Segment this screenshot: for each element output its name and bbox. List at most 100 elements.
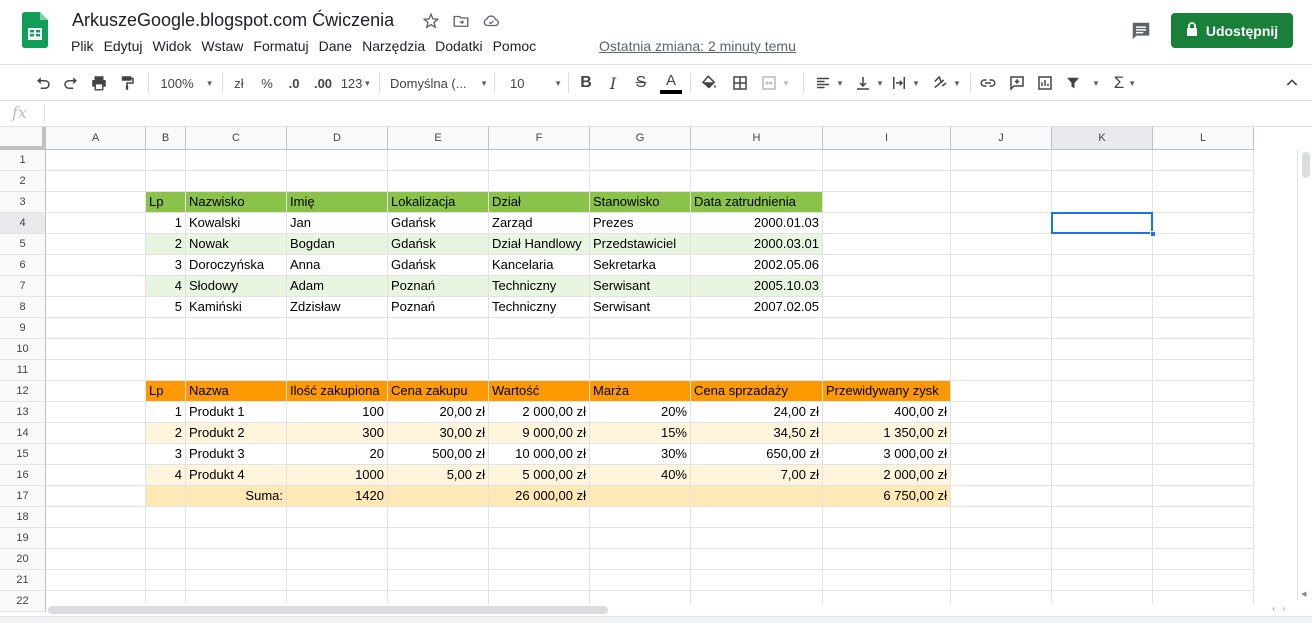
- employees-data-cell[interactable]: Sekretarka: [590, 255, 691, 276]
- grid-cell[interactable]: [951, 360, 1052, 381]
- font-size-select[interactable]: 10 ▼: [504, 71, 562, 95]
- grid-cell[interactable]: [1052, 486, 1153, 507]
- products-total-cell[interactable]: [590, 486, 691, 507]
- grid-cell[interactable]: [146, 339, 186, 360]
- grid-cell[interactable]: [1052, 150, 1153, 171]
- increase-decimal-button[interactable]: .00: [310, 71, 336, 95]
- grid-cell[interactable]: [951, 465, 1052, 486]
- grid-cell[interactable]: [1052, 423, 1153, 444]
- employees-header-cell[interactable]: Imię: [287, 192, 388, 213]
- grid-cell[interactable]: [388, 171, 489, 192]
- menu-view[interactable]: Widok: [152, 38, 191, 54]
- grid-cell[interactable]: [951, 213, 1052, 234]
- row-header-12[interactable]: 12: [0, 381, 46, 402]
- font-family-select[interactable]: Domyślna (... ▼: [390, 71, 488, 95]
- grid-cell[interactable]: [1052, 549, 1153, 570]
- employees-header-cell[interactable]: Stanowisko: [590, 192, 691, 213]
- decrease-decimal-button[interactable]: .0: [283, 71, 305, 95]
- menu-tools[interactable]: Narzędzia: [362, 38, 425, 54]
- grid-cell[interactable]: [46, 381, 146, 402]
- grid-cell[interactable]: [186, 570, 287, 591]
- grid-cell[interactable]: [1052, 255, 1153, 276]
- employees-data-cell[interactable]: Jan: [287, 213, 388, 234]
- products-data-cell[interactable]: 30,00 zł: [388, 423, 489, 444]
- grid-cell[interactable]: [823, 507, 951, 528]
- grid-cell[interactable]: [1153, 402, 1254, 423]
- grid-cell[interactable]: [691, 339, 823, 360]
- column-header-j[interactable]: J: [951, 127, 1052, 150]
- grid-cell[interactable]: [1153, 381, 1254, 402]
- grid-cell[interactable]: [1052, 339, 1153, 360]
- grid-cell[interactable]: [46, 339, 146, 360]
- employees-header-cell[interactable]: Data zatrudnienia: [691, 192, 823, 213]
- products-header-cell[interactable]: Cena sprzadaży: [691, 381, 823, 402]
- grid-cell[interactable]: [951, 528, 1052, 549]
- grid-cell[interactable]: [287, 318, 388, 339]
- column-header-d[interactable]: D: [287, 127, 388, 150]
- row-header-1[interactable]: 1: [0, 150, 46, 171]
- grid-cell[interactable]: [1153, 570, 1254, 591]
- grid-cell[interactable]: [1153, 360, 1254, 381]
- products-header-cell[interactable]: Lp: [146, 381, 186, 402]
- grid-cell[interactable]: [1153, 549, 1254, 570]
- products-data-cell[interactable]: 500,00 zł: [388, 444, 489, 465]
- grid-cell[interactable]: [46, 549, 146, 570]
- employees-data-cell[interactable]: Kancelaria: [489, 255, 590, 276]
- row-header-22[interactable]: 22: [0, 591, 46, 612]
- employees-data-cell[interactable]: Nowak: [186, 234, 287, 255]
- grid-cell[interactable]: [1052, 360, 1153, 381]
- row-header-5[interactable]: 5: [0, 234, 46, 255]
- grid-cell[interactable]: [823, 171, 951, 192]
- grid-cell[interactable]: [186, 318, 287, 339]
- filter-icon[interactable]: ▼: [1062, 71, 1102, 95]
- products-total-cell[interactable]: 6 750,00 zł: [823, 486, 951, 507]
- redo-icon[interactable]: [60, 71, 82, 95]
- grid-cell[interactable]: [186, 360, 287, 381]
- grid-cell[interactable]: [46, 423, 146, 444]
- grid-cell[interactable]: [489, 339, 590, 360]
- grid-cell[interactable]: [823, 570, 951, 591]
- row-header-13[interactable]: 13: [0, 402, 46, 423]
- spreadsheet-grid[interactable]: ABCDEFGHIJKL 1 2 3 4 5 6 7 8 9 10 11 12 13 14 15 16 17 18…: [0, 127, 1312, 623]
- grid-cell[interactable]: [1052, 507, 1153, 528]
- grid-cell[interactable]: [146, 570, 186, 591]
- products-data-cell[interactable]: 3 000,00 zł: [823, 444, 951, 465]
- grid-cell[interactable]: [1052, 171, 1153, 192]
- grid-cell[interactable]: [1052, 570, 1153, 591]
- sheets-logo-icon[interactable]: [22, 12, 48, 48]
- products-header-cell[interactable]: Wartość: [489, 381, 590, 402]
- grid-cell[interactable]: [951, 381, 1052, 402]
- grid-cell[interactable]: [823, 276, 951, 297]
- grid-cell[interactable]: [691, 570, 823, 591]
- grid-cell[interactable]: [691, 507, 823, 528]
- grid-cell[interactable]: [146, 549, 186, 570]
- row-header-6[interactable]: 6: [0, 255, 46, 276]
- grid-cell[interactable]: [46, 570, 146, 591]
- products-data-cell[interactable]: 3: [146, 444, 186, 465]
- employees-data-cell[interactable]: Zarząd: [489, 213, 590, 234]
- grid-cell[interactable]: [1153, 465, 1254, 486]
- text-color-icon[interactable]: A: [659, 71, 683, 95]
- employees-data-cell[interactable]: Przedstawiciel: [590, 234, 691, 255]
- last-edit-link[interactable]: Ostatnia zmiana: 2 minuty temu: [599, 38, 796, 54]
- row-header-19[interactable]: 19: [0, 528, 46, 549]
- grid-cell[interactable]: [287, 150, 388, 171]
- grid-cell[interactable]: [951, 297, 1052, 318]
- grid-cell[interactable]: [1052, 297, 1153, 318]
- italic-icon[interactable]: I: [603, 71, 623, 95]
- products-data-cell[interactable]: 5 000,00 zł: [489, 465, 590, 486]
- employees-data-cell[interactable]: 1: [146, 213, 186, 234]
- employees-data-cell[interactable]: Gdańsk: [388, 234, 489, 255]
- products-header-cell[interactable]: Cena zakupu: [388, 381, 489, 402]
- employees-data-cell[interactable]: 2002.05.06: [691, 255, 823, 276]
- grid-cell[interactable]: [1052, 318, 1153, 339]
- grid-cell[interactable]: [489, 549, 590, 570]
- products-data-cell[interactable]: 1 350,00 zł: [823, 423, 951, 444]
- grid-cell[interactable]: [489, 528, 590, 549]
- grid-cell[interactable]: [489, 570, 590, 591]
- grid-cell[interactable]: [46, 318, 146, 339]
- grid-cell[interactable]: [590, 570, 691, 591]
- grid-cell[interactable]: [146, 150, 186, 171]
- grid-cell[interactable]: [951, 276, 1052, 297]
- products-data-cell[interactable]: 2 000,00 zł: [823, 465, 951, 486]
